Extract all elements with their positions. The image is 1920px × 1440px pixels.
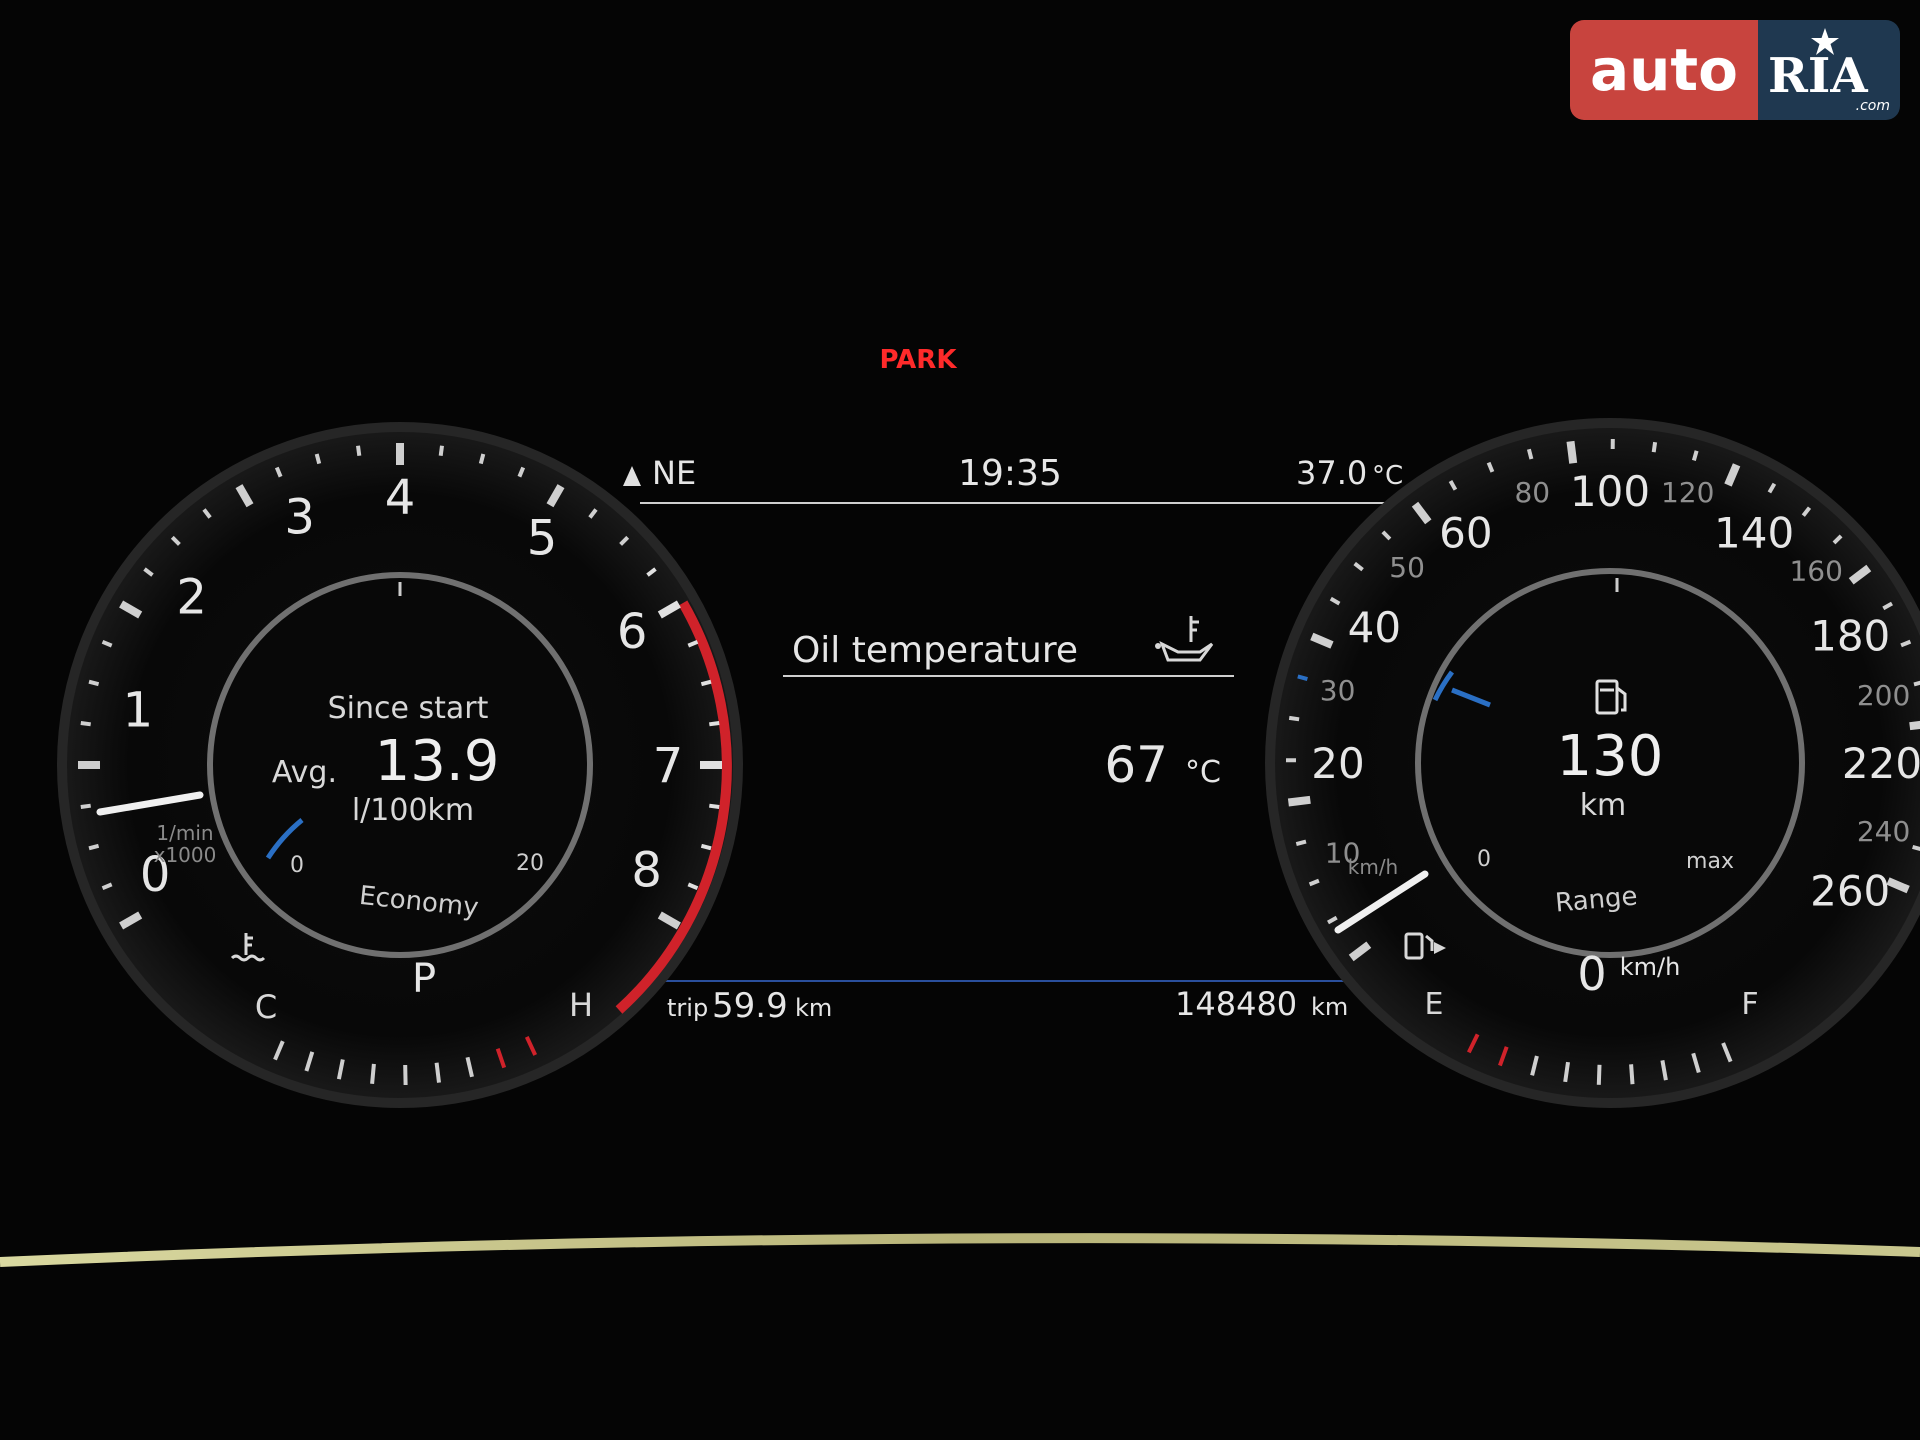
speed-unit: km/h [1620, 953, 1681, 981]
coolant-tick [370, 1063, 376, 1084]
center-display: Oil temperature 67 °C [783, 616, 1234, 794]
speed-value: 0 [1577, 947, 1606, 1001]
speedo-tick [1909, 720, 1920, 731]
coolant-hot-label: H [569, 986, 593, 1024]
speedo-tick [1566, 440, 1578, 464]
compass-heading: NE [652, 454, 696, 492]
tach-tick [700, 679, 712, 687]
fuel-tick [1563, 1061, 1570, 1083]
tach-label-7: 7 [653, 738, 684, 794]
oil-temperature-icon [1155, 616, 1214, 662]
speedo-unit-small: km/h [1348, 855, 1398, 879]
tach-tick [700, 843, 712, 851]
top-bar: NE 19:35 37.0 °C [623, 453, 1403, 504]
compass-arrow-icon [623, 466, 641, 486]
speedo-tick [1526, 448, 1534, 460]
coolant-cold-label: C [255, 988, 277, 1026]
range-value: 130 [1557, 724, 1664, 789]
speedo-tick [1912, 844, 1920, 852]
speedo-label-160: 160 [1789, 555, 1842, 588]
trip-unit: km [795, 994, 832, 1022]
odometer-value: 148480 [1175, 985, 1297, 1023]
fuel-consumption-title: Since start [328, 691, 489, 726]
coolant-tick [434, 1062, 441, 1083]
fuel-full-label: F [1741, 987, 1758, 1022]
tach-label-3: 3 [284, 490, 315, 546]
tach-label-2: 2 [176, 569, 207, 625]
speedo-tick [1651, 441, 1658, 453]
speedo-label-220: 220 [1842, 739, 1920, 788]
tach-label-4: 4 [385, 470, 416, 526]
fuel-consumption-prefix: Avg. [272, 755, 337, 790]
speedo-tick [1287, 795, 1311, 807]
odometer-unit: km [1311, 993, 1348, 1021]
speedo-label-260: 260 [1810, 867, 1890, 916]
speedo-tick [1691, 450, 1699, 461]
speedo-tick [1295, 839, 1307, 847]
tach-label-5: 5 [527, 511, 558, 567]
tach-tick [80, 803, 91, 809]
economy-scale-max: 20 [516, 851, 544, 876]
display-title: Oil temperature [792, 630, 1078, 671]
tach-tick [356, 445, 362, 456]
speedo-label-40: 40 [1348, 603, 1401, 652]
speedo-label-30: 30 [1320, 674, 1356, 707]
speedo-tick [1913, 680, 1920, 687]
speedo-label-50: 50 [1389, 551, 1425, 584]
speedo-label-80: 80 [1514, 476, 1550, 509]
outside-temperature: 37.0 [1296, 454, 1367, 492]
speedo-label-200: 200 [1857, 679, 1910, 712]
trip-value: 59.9 [712, 986, 788, 1026]
autoria-logo: auto RIA .com [1570, 20, 1900, 120]
fuel-consumption-unit: l/100km [352, 793, 474, 828]
tachometer: 0 1 2 3 4 5 6 7 8 1/min x1000 Since start Avg. 1… [57, 422, 743, 1108]
range-scale-max: max [1686, 849, 1734, 874]
fuel-consumption-value: 13.9 [375, 729, 500, 794]
oil-temperature-value: 67 [1104, 736, 1168, 794]
logo-ria-part: RIA .com [1758, 20, 1900, 120]
tach-tick [478, 453, 486, 465]
outside-temperature-unit: °C [1372, 461, 1403, 491]
tach-tick [314, 453, 322, 465]
speedo-label-240: 240 [1857, 815, 1910, 848]
speedo-label-20: 20 [1311, 739, 1364, 788]
speedo-label-60: 60 [1439, 508, 1492, 557]
fuel-tick [1629, 1064, 1635, 1085]
tach-tick [88, 843, 100, 851]
fuel-empty-label: E [1425, 987, 1444, 1022]
bottom-bar: trip 59.9 km 148480 km [660, 980, 1350, 1026]
tach-tick [709, 721, 720, 727]
economy-scale-min: 0 [290, 853, 304, 878]
range-scale-min: 0 [1477, 847, 1491, 872]
tach-label-8: 8 [631, 843, 662, 899]
tach-tick [438, 445, 444, 456]
gear-indicator: P [412, 956, 436, 1002]
park-indicator: PARK [880, 345, 958, 375]
trip-label: trip [667, 994, 708, 1022]
tach-tick [88, 679, 100, 687]
speedo-tick [1297, 674, 1308, 682]
speedo-label-120: 120 [1661, 476, 1714, 509]
speedo-label-100: 100 [1570, 467, 1650, 516]
oil-temperature-unit: °C [1185, 755, 1221, 790]
speedo-tick [1288, 715, 1300, 722]
dashboard-trim-line [0, 1233, 1920, 1267]
speedo-label-140: 140 [1714, 508, 1794, 557]
logo-auto-part: auto [1570, 20, 1758, 120]
tach-tick [80, 721, 91, 727]
fuel-tick [1596, 1064, 1602, 1085]
clock: 19:35 [958, 453, 1062, 494]
tach-unit-line2: x1000 [154, 843, 217, 867]
speedometer: 20406010014018022026010305080 12016020024… [1265, 418, 1920, 1108]
speedo-label-180: 180 [1810, 611, 1890, 660]
tach-unit-line1: 1/min [156, 821, 213, 845]
instrument-cluster: PARK NE 19:35 37.0 °C Oil temperature 67… [0, 345, 1920, 1267]
range-unit: km [1580, 788, 1627, 823]
tach-label-6: 6 [617, 604, 648, 660]
tach-tick [709, 803, 720, 809]
tach-label-1: 1 [123, 682, 154, 738]
